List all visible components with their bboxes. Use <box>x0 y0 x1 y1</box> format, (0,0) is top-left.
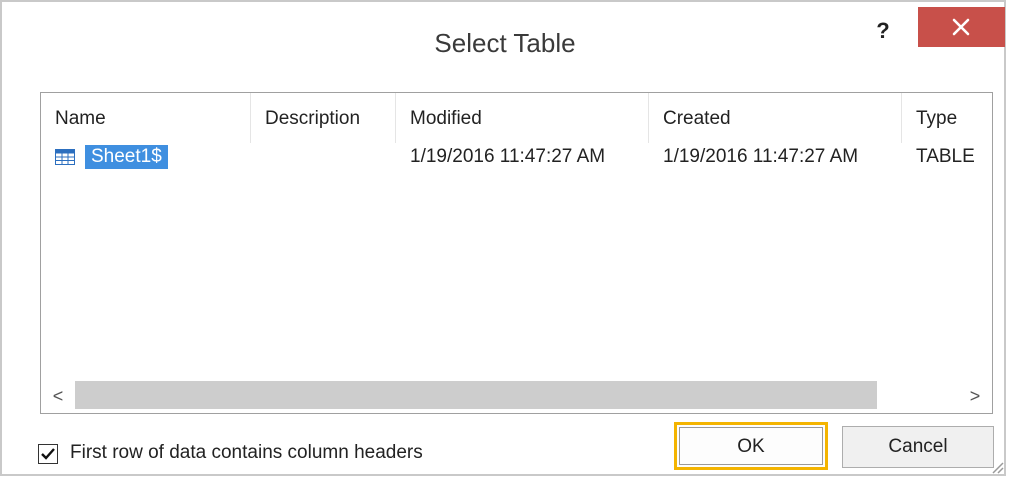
row-name-text: Sheet1$ <box>85 145 168 169</box>
column-header-row: Name Description Modified Created Type <box>41 93 992 143</box>
dialog-title: Select Table <box>434 28 576 58</box>
scroll-thumb[interactable] <box>75 381 877 409</box>
help-button[interactable]: ? <box>870 16 896 46</box>
ok-button-label: OK <box>679 427 823 465</box>
column-header-created[interactable]: Created <box>649 93 902 143</box>
checkmark-icon <box>41 448 55 460</box>
resize-grip-icon[interactable] <box>990 460 1004 474</box>
column-header-description[interactable]: Description <box>251 93 396 143</box>
column-header-name[interactable]: Name <box>41 93 251 143</box>
cancel-button[interactable]: Cancel <box>842 426 994 468</box>
table-grid-icon <box>55 149 75 165</box>
row-modified-cell: 1/19/2016 11:47:27 AM <box>410 146 606 167</box>
row-created-cell: 1/19/2016 11:47:27 AM <box>663 146 859 167</box>
row-type-cell: TABLE <box>916 146 975 167</box>
close-x-icon <box>952 18 970 36</box>
select-table-dialog: Select Table ? Name Description Modified… <box>0 0 1006 476</box>
column-header-type[interactable]: Type <box>902 93 992 143</box>
scroll-right-arrow[interactable]: > <box>958 379 992 413</box>
scroll-left-arrow[interactable]: < <box>41 379 75 413</box>
table-list[interactable]: Name Description Modified Created Type S… <box>40 92 993 414</box>
row-description-cell <box>251 143 396 171</box>
first-row-headers-checkbox[interactable] <box>38 444 58 464</box>
column-header-modified[interactable]: Modified <box>396 93 649 143</box>
ok-button[interactable]: OK <box>674 422 828 470</box>
horizontal-scrollbar[interactable]: < > <box>41 379 992 413</box>
first-row-headers-label: First row of data contains column header… <box>70 442 423 463</box>
close-button[interactable] <box>918 7 1005 47</box>
table-row[interactable]: Sheet1$ 1/19/2016 11:47:27 AM 1/19/2016 … <box>41 143 992 171</box>
